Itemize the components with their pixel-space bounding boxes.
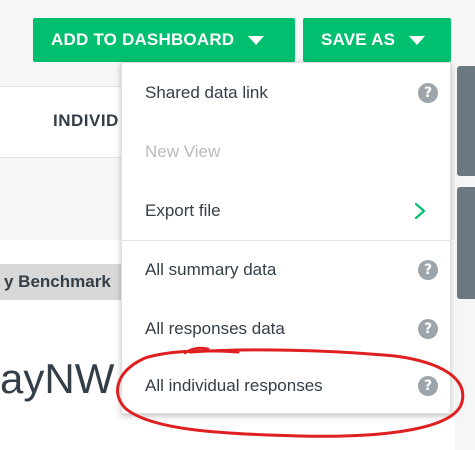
menu-item-new-view: New View (122, 122, 450, 181)
benchmark-tag[interactable]: y Benchmark (0, 264, 123, 300)
chevron-right-icon (414, 202, 426, 219)
menu-item-label: Shared data link (145, 82, 268, 102)
page: ADD TO DASHBOARD SAVE AS INDIVID y Bench… (0, 0, 475, 450)
help-icon[interactable]: ? (418, 82, 438, 103)
add-to-dashboard-label: ADD TO DASHBOARD (51, 30, 235, 49)
add-to-dashboard-button[interactable]: ADD TO DASHBOARD (33, 18, 295, 62)
help-icon[interactable]: ? (418, 375, 438, 396)
save-as-label: SAVE AS (321, 30, 396, 49)
scrollbar-thumb[interactable] (457, 66, 475, 176)
tab-individual[interactable]: INDIVID (53, 111, 119, 131)
menu-item-label: New View (145, 141, 221, 161)
menu-item-label: All summary data (145, 260, 277, 279)
menu-item-all-responses-data[interactable]: All responses data ? (122, 299, 450, 358)
help-icon[interactable]: ? (418, 318, 438, 339)
save-as-button[interactable]: SAVE AS (303, 18, 451, 62)
menu-item-all-individual-responses[interactable]: All individual responses ? (122, 356, 450, 415)
menu-item-label: Export file (145, 200, 221, 220)
scrollbar-thumb[interactable] (457, 187, 475, 299)
save-as-dropdown-menu: Shared data link ? New View Export file … (121, 62, 451, 414)
menu-item-all-summary-data[interactable]: All summary data ? (122, 240, 450, 299)
menu-item-export-file[interactable]: Export file (122, 181, 450, 240)
menu-item-label: All responses data (145, 318, 285, 338)
caret-down-icon (409, 35, 426, 45)
caret-down-icon (248, 35, 265, 45)
menu-item-label: All individual responses (145, 375, 323, 395)
help-icon[interactable]: ? (418, 260, 438, 280)
menu-item-shared-data-link[interactable]: Shared data link ? (122, 63, 450, 122)
